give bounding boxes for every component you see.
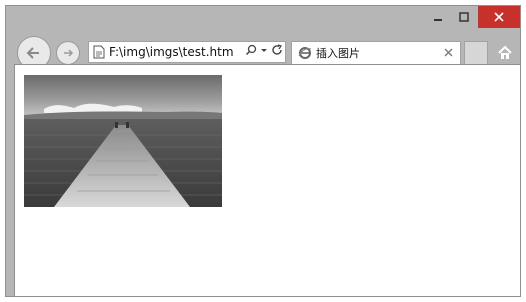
document-icon <box>93 45 105 59</box>
browser-window: F:\img\imgs\test.htm 插入图片 <box>5 5 521 297</box>
address-bar[interactable]: F:\img\imgs\test.htm <box>88 41 286 63</box>
arrow-right-icon <box>64 49 74 57</box>
refresh-icon[interactable] <box>271 44 283 56</box>
close-button[interactable] <box>478 6 520 28</box>
search-icon[interactable] <box>245 44 257 56</box>
arrow-left-icon <box>26 47 39 59</box>
tab-label: 插入图片 <box>316 47 360 60</box>
page-content <box>14 64 521 297</box>
close-icon <box>444 48 453 57</box>
pier-photo <box>24 75 222 207</box>
maximize-button[interactable] <box>452 6 476 28</box>
home-button[interactable] <box>496 44 514 62</box>
minimize-button[interactable] <box>426 6 450 28</box>
new-tab-button[interactable] <box>464 41 488 64</box>
tab-active[interactable]: 插入图片 <box>291 41 461 64</box>
close-icon <box>494 12 504 22</box>
chevron-down-icon[interactable] <box>260 46 268 54</box>
address-input[interactable]: F:\img\imgs\test.htm <box>109 45 234 59</box>
forward-button[interactable] <box>56 41 80 65</box>
tab-close-button[interactable] <box>444 46 453 60</box>
home-icon <box>498 45 512 59</box>
ie-icon <box>298 47 312 59</box>
address-tools <box>245 44 283 56</box>
minimize-icon <box>434 19 442 21</box>
maximize-icon <box>459 12 469 22</box>
